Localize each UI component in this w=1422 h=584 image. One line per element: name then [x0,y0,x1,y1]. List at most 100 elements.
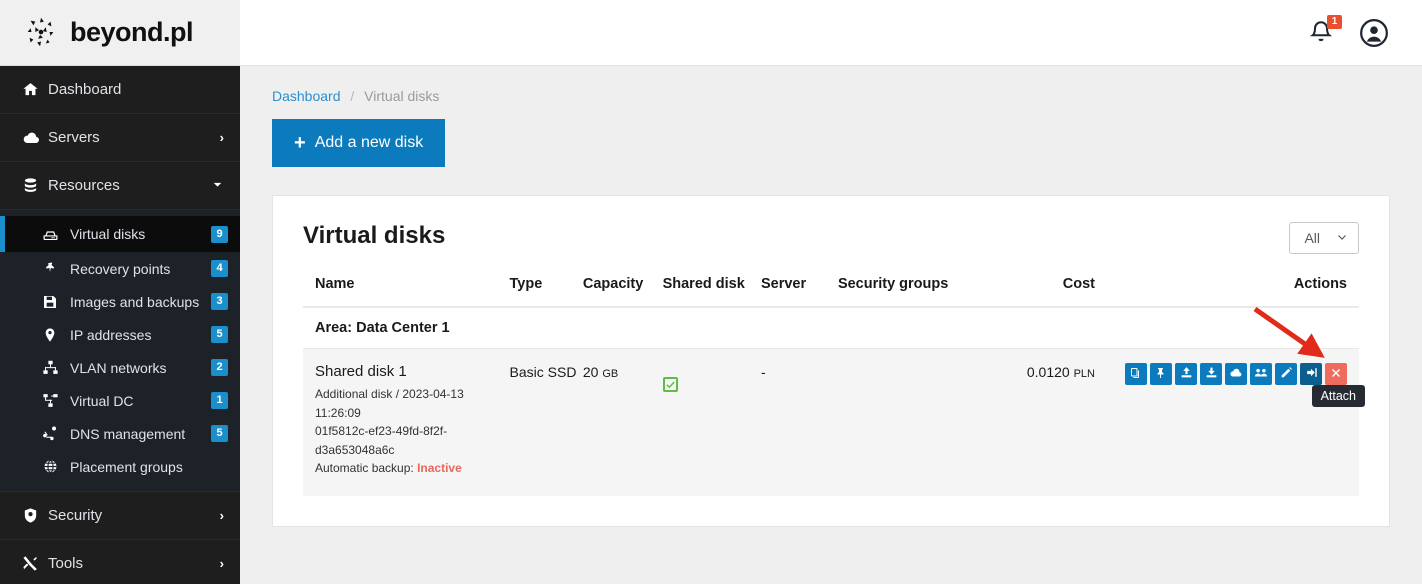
table-group-row: Area: Data Center 1 [303,307,1359,349]
sidebar-item-label: Recovery points [70,260,171,277]
row-action-buttons [1125,363,1347,385]
sidebar-item-resources[interactable]: Resources [0,162,240,210]
tools-icon [22,555,48,572]
breadcrumb-separator: / [350,88,355,104]
clone-button[interactable] [1125,363,1147,385]
sidebar-item-label: Tools [48,555,84,572]
sidebar-item-label: Security [48,507,103,524]
cloud-icon [22,128,48,147]
cell-cost: 0.0120 PLN [1005,348,1125,496]
share-users-button[interactable] [1250,363,1272,385]
column-header-actions: Actions [1125,276,1359,308]
brand-logo[interactable]: beyond.pl [0,0,240,66]
delete-button[interactable] [1325,363,1347,385]
app-root: beyond.pl Dashboard Servers › Resources … [0,0,1422,584]
upload-button[interactable] [1175,363,1197,385]
page-title: Virtual disks [303,222,446,249]
sidebar-resources-submenu: Virtual disks 9 Recovery points 4 Images… [0,210,240,491]
download-button[interactable] [1200,363,1222,385]
notification-count-badge: 1 [1327,14,1342,29]
column-header-shared-disk: Shared disk [662,276,761,308]
sidebar-item-label: DNS management [70,425,186,442]
cloud-download-button[interactable] [1225,363,1247,385]
sidebar-secondary-nav: Security › Tools › [0,491,240,584]
disk-filter-select[interactable]: All [1289,222,1359,254]
sidebar-item-label: Images and backups [70,293,200,310]
share-nodes-icon [42,425,70,442]
sidebar-item-virtual-disks[interactable]: Virtual disks 9 [0,216,240,252]
sidebar-item-recovery-points[interactable]: Recovery points 4 [0,252,240,285]
backup-status-value: Inactive [417,461,462,476]
pin-icon [42,261,70,277]
capacity-unit: GB [602,368,619,380]
cell-type: Basic SSD [509,348,583,496]
cloud-icon [1229,366,1243,383]
capacity-value: 20 [582,364,599,380]
sidebar-item-label: Servers [48,129,100,146]
users-icon [1254,366,1268,383]
cell-server: - [760,348,838,496]
virtual-disks-card: Virtual disks All Name Type Capacity Sha… [272,195,1390,527]
top-bar: 1 [240,0,1422,66]
sidebar-item-ip-addresses[interactable]: IP addresses 5 [0,318,240,351]
group-label: Area: Data Center 1 [303,307,1359,349]
sidebar-item-virtual-dc[interactable]: Virtual DC 1 [0,384,240,417]
sidebar-item-security[interactable]: Security › [0,491,240,539]
disk-name: Shared disk 1 [315,363,407,380]
table-header-row: Name Type Capacity Shared disk Server Se… [303,276,1359,308]
sidebar-item-label: Placement groups [70,458,183,475]
close-x-icon [1330,367,1342,382]
virtual-disks-table: Name Type Capacity Shared disk Server Se… [303,276,1365,496]
disk-meta-line-1: Additional disk / 2023-04-13 11:26:09 [315,387,464,420]
column-header-cost: Cost [1005,276,1125,308]
globe-icon [42,458,70,475]
edit-button[interactable] [1275,363,1297,385]
attach-button[interactable] [1300,363,1322,385]
map-pin-icon [42,327,70,343]
attach-icon [1305,366,1318,382]
sidebar-item-dns-management[interactable]: DNS management 5 [0,417,240,450]
sidebar-badge: 4 [211,260,228,277]
cell-actions: Attach [1125,306,1365,496]
pin-icon [1155,367,1167,382]
main-area: 1 Dashboard / Virtual disks + Add a new … [240,0,1422,584]
card-header: Virtual disks All [303,222,1359,254]
upload-icon [1180,366,1193,382]
project-diagram-icon [42,392,70,409]
sidebar-item-tools[interactable]: Tools › [0,539,240,584]
cost-value: 0.0120 [1026,364,1070,380]
table-body: Area: Data Center 1 Shared disk 1 Additi… [303,306,1365,496]
hard-drive-icon [42,226,70,243]
sidebar-item-placement-groups[interactable]: Placement groups [0,450,240,483]
chevron-right-icon: › [219,508,224,523]
sidebar-item-vlan-networks[interactable]: VLAN networks 2 [0,351,240,384]
sidebar-item-servers[interactable]: Servers › [0,114,240,162]
sidebar-item-label: Resources [48,177,120,194]
sidebar-item-dashboard[interactable]: Dashboard [0,66,240,114]
user-avatar-button[interactable] [1360,18,1388,47]
disk-backup-status: Automatic backup: Inactive [315,459,510,478]
sidebar-item-images-and-backups[interactable]: Images and backups 3 [0,285,240,318]
backup-label: Automatic backup: [315,461,414,476]
page-content: Dashboard / Virtual disks + Add a new di… [240,66,1422,527]
pin-button[interactable] [1150,363,1172,385]
sidebar-badge: 3 [211,293,228,310]
user-avatar-icon [1360,18,1388,47]
breadcrumb-current: Virtual disks [364,88,440,104]
breadcrumb: Dashboard / Virtual disks [272,88,1390,104]
column-header-server: Server [760,276,838,308]
attach-tooltip: Attach [1311,385,1365,407]
breadcrumb-link-dashboard[interactable]: Dashboard [272,88,341,104]
sidebar-badge: 2 [211,359,228,376]
table-header: Name Type Capacity Shared disk Server Se… [303,276,1359,308]
sidebar-badge: 9 [211,225,228,243]
sidebar-item-label: Virtual DC [70,392,134,409]
column-header-capacity: Capacity [582,276,663,308]
database-icon [22,177,48,194]
home-icon [22,81,48,98]
chevron-down-icon [211,178,224,194]
add-new-disk-button[interactable]: + Add a new disk [272,119,446,167]
notifications-button[interactable]: 1 [1308,14,1342,47]
network-sitemap-icon [42,359,70,376]
sidebar-primary-nav: Dashboard Servers › Resources [0,66,240,210]
